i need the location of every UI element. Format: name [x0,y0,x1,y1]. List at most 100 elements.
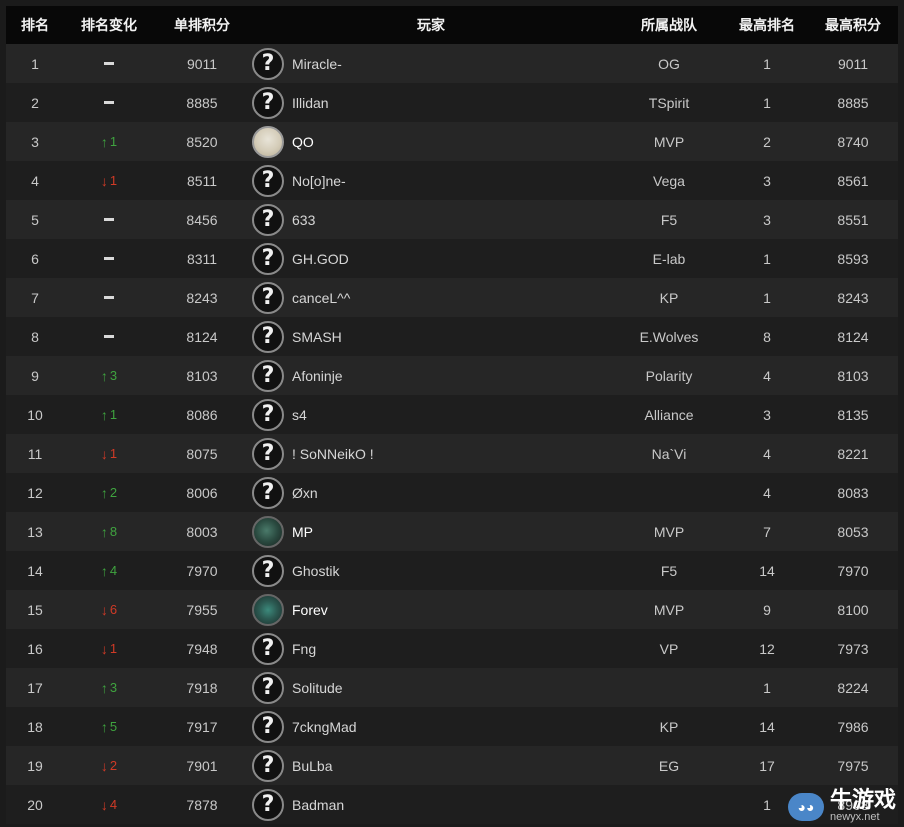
player-name[interactable]: Fng [292,641,316,657]
player-cell: ? SMASH [250,320,612,353]
table-row[interactable]: 3 ↑ 1 8520 QO MVP 2 8740 [6,122,898,161]
best-points-cell: 7986 [837,718,869,735]
avatar-icon[interactable]: ? [252,47,284,80]
header-best-points[interactable]: 最高积分 [808,15,898,35]
player-name[interactable]: Forev [292,602,328,618]
table-row[interactable]: 5 8456? 633 F5 3 8551 [6,200,898,239]
avatar-icon[interactable]: ? [252,398,284,431]
header-team[interactable]: 所属战队 [612,15,726,35]
avatar-icon[interactable]: ? [252,281,284,314]
avatar-icon[interactable]: ? [252,710,284,743]
arrow-up-icon: ↑ [100,523,108,540]
player-name[interactable]: 7ckngMad [292,719,357,735]
player-name[interactable]: Solitude [292,680,343,696]
table-row[interactable]: 4 ↓ 1 8511? No[o]ne- Vega 3 8561 [6,161,898,200]
player-name[interactable]: No[o]ne- [292,173,346,189]
table-row[interactable]: 14 ↑ 4 7970? Ghostik F5 14 7970 [6,551,898,590]
player-name[interactable]: Illidan [292,95,329,111]
header-rank-change[interactable]: 排名变化 [64,15,154,35]
avatar-icon[interactable]: ? [252,242,284,275]
table-row[interactable]: 15 ↓ 6 7955 Forev MVP 9 8100 [6,590,898,629]
rank-cell: 20 [27,796,43,813]
rank-change-cell: ↑ 1 [64,134,154,150]
player-name[interactable]: QO [292,134,314,150]
arrow-down-icon: ↓ [100,445,108,462]
header-player[interactable]: 玩家 [250,15,612,35]
table-row[interactable]: 6 8311? GH.GOD E-lab 1 8593 [6,239,898,278]
bull-logo-icon: ◕◕ [787,792,824,821]
avatar-icon[interactable]: ? [252,671,284,704]
avatar-icon[interactable]: ? [252,632,284,665]
avatar-icon[interactable]: ? [252,749,284,782]
points-cell: 8511 [186,172,218,189]
player-name[interactable]: 633 [292,212,315,228]
best-rank-cell: 2 [763,133,771,150]
table-row[interactable]: 7 8243? canceL^^ KP 1 8243 [6,278,898,317]
avatar-icon[interactable]: ? [252,203,284,236]
avatar-icon[interactable] [252,593,284,626]
rank-change-indicator: ↓ 1 [101,641,117,657]
table-row[interactable]: 13 ↑ 8 8003 MP MVP 7 8053 [6,512,898,551]
rank-cell: 16 [27,640,43,657]
table-row[interactable]: 2 8885? Illidan TSpirit 1 8885 [6,83,898,122]
avatar-icon[interactable]: ? [252,476,284,509]
header-best-rank[interactable]: 最高排名 [726,15,808,35]
rank-change-cell [64,62,154,65]
rank-cell: 8 [31,328,39,345]
best-points-cell: 8221 [837,445,869,462]
team-cell: E.Wolves [639,328,699,345]
avatar-icon[interactable]: ? [252,554,284,587]
player-name[interactable]: MP [292,524,313,540]
player-name[interactable]: BuLba [292,758,332,774]
player-name[interactable]: ! SoNNeikO ! [292,446,374,462]
table-row[interactable]: 20 ↓ 4 7878? Badman 1 8908 [6,785,898,824]
table-row[interactable]: 11 ↓ 1 8075? ! SoNNeikO ! Na`Vi 4 8221 [6,434,898,473]
table-row[interactable]: 19 ↓ 2 7901? BuLba EG 17 7975 [6,746,898,785]
player-name[interactable]: Afoninje [292,368,343,384]
player-name[interactable]: Ghostik [292,563,339,579]
table-row[interactable]: 17 ↑ 3 7918? Solitude 1 8224 [6,668,898,707]
player-cell: ? Illidan [250,86,612,119]
arrow-up-icon: ↑ [100,406,108,423]
best-rank-cell: 4 [763,367,771,384]
header-rank[interactable]: 排名 [6,15,64,35]
table-row[interactable]: 16 ↓ 1 7948? Fng VP 12 7973 [6,629,898,668]
player-name[interactable]: GH.GOD [292,251,349,267]
player-cell: ? ! SoNNeikO ! [250,437,612,470]
player-name[interactable]: s4 [292,407,307,423]
player-name[interactable]: Miracle- [292,56,342,72]
best-rank-cell: 3 [763,172,771,189]
rank-change-value: 5 [109,719,118,734]
avatar-icon[interactable] [252,125,284,158]
player-name[interactable]: Badman [292,797,344,813]
best-points-cell: 8135 [837,406,869,423]
player-name[interactable]: canceL^^ [292,290,350,306]
rank-change-cell: ↓ 1 [64,173,154,189]
arrow-down-icon: ↓ [100,601,108,618]
avatar-icon[interactable]: ? [252,164,284,197]
rank-change-indicator: ↓ 1 [101,446,117,462]
player-name[interactable]: Øxn [292,485,318,501]
rank-change-indicator: ↑ 1 [101,134,117,150]
avatar-icon[interactable]: ? [252,437,284,470]
table-row[interactable]: 10 ↑ 1 8086? s4 Alliance 3 8135 [6,395,898,434]
table-row[interactable]: 1 9011? Miracle- OG 1 9011 [6,44,898,83]
avatar-icon[interactable] [252,515,284,548]
best-rank-cell: 1 [763,55,771,72]
rank-change-cell: ↓ 6 [64,602,154,618]
points-cell: 8075 [186,445,218,462]
player-cell: ? 633 [250,203,612,236]
avatar-icon[interactable]: ? [252,359,284,392]
rank-change-cell: ↑ 3 [64,368,154,384]
player-cell: ? Øxn [250,476,612,509]
avatar-icon[interactable]: ? [252,86,284,119]
table-row[interactable]: 9 ↑ 3 8103? Afoninje Polarity 4 8103 [6,356,898,395]
table-row[interactable]: 12 ↑ 2 8006? Øxn 4 8083 [6,473,898,512]
avatar-icon[interactable]: ? [252,320,284,353]
header-points[interactable]: 单排积分 [154,15,250,35]
avatar-icon[interactable]: ? [252,788,284,821]
player-name[interactable]: SMASH [292,329,342,345]
table-row[interactable]: 18 ↑ 5 7917? 7ckngMad KP 14 7986 [6,707,898,746]
rank-change-value: 3 [109,680,118,695]
table-row[interactable]: 8 8124? SMASH E.Wolves 8 8124 [6,317,898,356]
